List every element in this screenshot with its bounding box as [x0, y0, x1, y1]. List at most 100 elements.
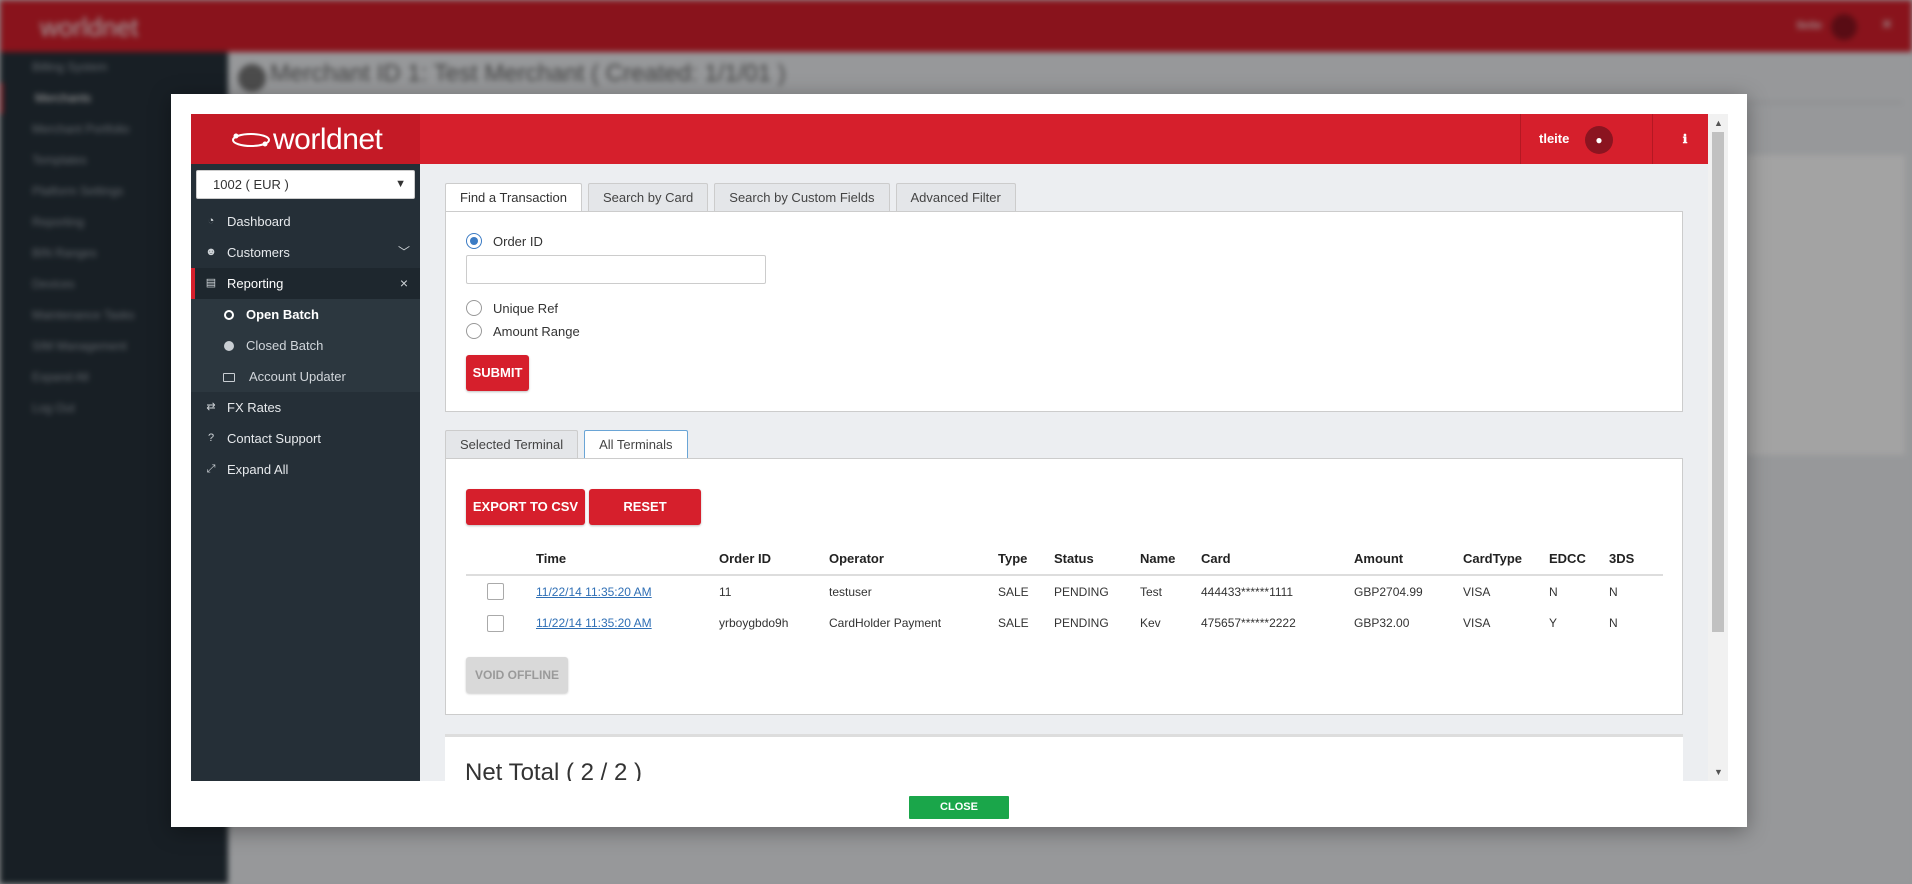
table-row[interactable]: 11/22/14 11:35:20 AM 11 testuser SALE PE… [466, 575, 1663, 607]
option-order-id[interactable]: Order ID [466, 232, 543, 250]
sidebar-subitem-label: Account Updater [249, 369, 346, 384]
sidebar: 1002 ( EUR ) ▼ ◔ Dashboard ☻ Customers ﹀… [191, 164, 420, 781]
option-label: Amount Range [493, 323, 580, 339]
dashboard-icon: ◔ [207, 215, 215, 227]
option-label: Unique Ref [493, 300, 559, 316]
net-total-heading: Net Total ( 2 / 2 ) [465, 759, 642, 781]
edcc-cell: Y [1549, 616, 1558, 630]
sidebar-item-dashboard[interactable]: ◔ Dashboard [191, 206, 420, 237]
3ds-cell: N [1609, 616, 1618, 630]
type-cell: SALE [998, 616, 1029, 630]
radio-amount-range[interactable] [466, 323, 482, 339]
column-header-type[interactable]: Type [998, 543, 1054, 576]
column-header-order-id[interactable]: Order ID [719, 543, 829, 576]
report-icon: ▤ [205, 277, 217, 289]
tab-find-transaction[interactable]: Find a Transaction [445, 183, 582, 211]
order-id-input[interactable] [466, 255, 766, 284]
sidebar-item-reporting[interactable]: ▤ Reporting × [191, 268, 420, 299]
void-offline-button[interactable]: VOID OFFLINE [466, 657, 568, 693]
exchange-icon: ⇄ [206, 401, 216, 413]
user-name: tleite [1539, 131, 1570, 146]
embedded-app-frame: worldnet tleite ● ℹ 1002 ( EUR ) ▼ ◔ Das… [191, 114, 1728, 781]
edcc-cell: N [1549, 584, 1558, 599]
sidebar-item-customers[interactable]: ☻ Customers ﹀ [191, 237, 420, 268]
card-type-cell: VISA [1463, 584, 1491, 599]
tab-search-custom-fields[interactable]: Search by Custom Fields [714, 183, 890, 211]
logo-text: worldnet [273, 123, 383, 156]
column-header-card-type[interactable]: CardType [1463, 543, 1549, 576]
3ds-cell: N [1609, 584, 1618, 599]
radio-unique-ref[interactable] [466, 300, 482, 316]
operator-cell: CardHolder Payment [829, 616, 942, 630]
scrollbar-thumb[interactable] [1712, 132, 1724, 632]
sidebar-subitem-label: Closed Batch [246, 338, 324, 353]
net-total-panel: Net Total ( 2 / 2 ) [445, 734, 1683, 781]
terminal-select-value: 1002 ( EUR ) [213, 177, 289, 192]
sidebar-item-label: Expand All [227, 462, 289, 477]
row-checkbox[interactable] [487, 614, 504, 632]
option-amount-range[interactable]: Amount Range [466, 322, 580, 340]
column-header-time[interactable]: Time [536, 543, 719, 576]
terminal-tabs: Selected Terminal All Terminals [445, 430, 694, 458]
tab-advanced-filter[interactable]: Advanced Filter [895, 183, 1016, 211]
scroll-down-arrow-icon[interactable]: ▼ [1714, 767, 1723, 777]
question-icon: ? [207, 432, 215, 444]
sidebar-subitem-open-batch[interactable]: Open Batch [191, 299, 420, 330]
user-menu[interactable]: tleite ● [1520, 114, 1653, 164]
users-icon: ☻ [205, 246, 217, 258]
tab-all-terminals[interactable]: All Terminals [584, 430, 688, 458]
sidebar-item-fx-rates[interactable]: ⇄ FX Rates [191, 392, 420, 423]
radio-order-id[interactable] [466, 233, 482, 249]
status-cell: PENDING [1054, 616, 1109, 630]
info-icon[interactable]: ℹ [1674, 128, 1696, 150]
name-cell: Kev [1140, 616, 1161, 630]
terminal-select[interactable]: 1002 ( EUR ) ▼ [196, 170, 415, 199]
transactions-table: Time Order ID Operator Type Status Name … [466, 543, 1663, 639]
transaction-modal: worldnet tleite ● ℹ 1002 ( EUR ) ▼ ◔ Das… [171, 94, 1747, 827]
tab-selected-terminal[interactable]: Selected Terminal [445, 430, 579, 458]
sidebar-item-expand-all[interactable]: ⤢ Expand All [191, 454, 420, 485]
reset-search-button[interactable]: RESET SEARCH [589, 489, 701, 550]
row-checkbox[interactable] [487, 583, 504, 600]
transaction-time-link[interactable]: 11/22/14 11:35:20 AM [536, 616, 652, 630]
modal-scrollbar[interactable]: ▲ ▼ [1708, 114, 1728, 781]
sidebar-subitem-account-updater[interactable]: Account Updater [191, 361, 420, 392]
amount-cell: GBP32.00 [1354, 616, 1410, 630]
table-row[interactable]: 11/22/14 11:35:20 AM yrboygbdo9h CardHol… [466, 607, 1663, 639]
column-header-status[interactable]: Status [1054, 543, 1140, 576]
sidebar-subitem-closed-batch[interactable]: Closed Batch [191, 330, 420, 361]
sidebar-item-contact-support[interactable]: ? Contact Support [191, 423, 420, 454]
card-cell: 475657******2222 [1201, 616, 1296, 630]
order-id-cell: 11 [719, 584, 732, 599]
scroll-up-arrow-icon[interactable]: ▲ [1714, 118, 1723, 128]
card-cell: 444433******1111 [1201, 584, 1294, 599]
sidebar-nav: ◔ Dashboard ☻ Customers ﹀ ▤ Reporting × [191, 206, 420, 485]
amount-cell: GBP2704.99 [1354, 584, 1423, 599]
column-header-edcc[interactable]: EDCC [1549, 543, 1609, 576]
app-header: worldnet tleite ● ℹ [191, 114, 1708, 164]
sidebar-item-label: Reporting [227, 276, 284, 291]
column-header-operator[interactable]: Operator [829, 543, 998, 576]
card-type-cell: VISA [1463, 616, 1491, 630]
reporting-submenu: Open Batch Closed Batch Account Updater [191, 299, 420, 392]
sidebar-item-label: FX Rates [227, 400, 282, 415]
expand-icon: ⤢ [206, 463, 216, 475]
caret-down-icon: ▼ [395, 178, 406, 190]
export-csv-button[interactable]: EXPORT TO CSV [466, 489, 585, 525]
tab-search-by-card[interactable]: Search by Card [587, 183, 709, 211]
submit-button[interactable]: SUBMIT [466, 355, 529, 391]
column-header-name[interactable]: Name [1140, 543, 1201, 576]
option-unique-ref[interactable]: Unique Ref [466, 299, 558, 317]
status-cell: PENDING [1054, 584, 1109, 599]
collapse-close-icon[interactable]: × [400, 268, 408, 299]
operator-cell: testuser [829, 584, 872, 599]
transaction-time-link[interactable]: 11/22/14 11:35:20 AM [536, 585, 652, 599]
row-select-cell [466, 575, 536, 607]
circle-outline-icon [224, 310, 234, 320]
close-button[interactable]: CLOSE [909, 796, 1009, 819]
main-content: Find a Transaction Search by Card Search… [420, 164, 1708, 781]
column-header-amount[interactable]: Amount [1354, 543, 1463, 576]
column-header-card[interactable]: Card [1201, 543, 1354, 576]
column-header-3ds[interactable]: 3DS [1609, 543, 1663, 576]
worldnet-logo[interactable]: worldnet [191, 114, 420, 164]
